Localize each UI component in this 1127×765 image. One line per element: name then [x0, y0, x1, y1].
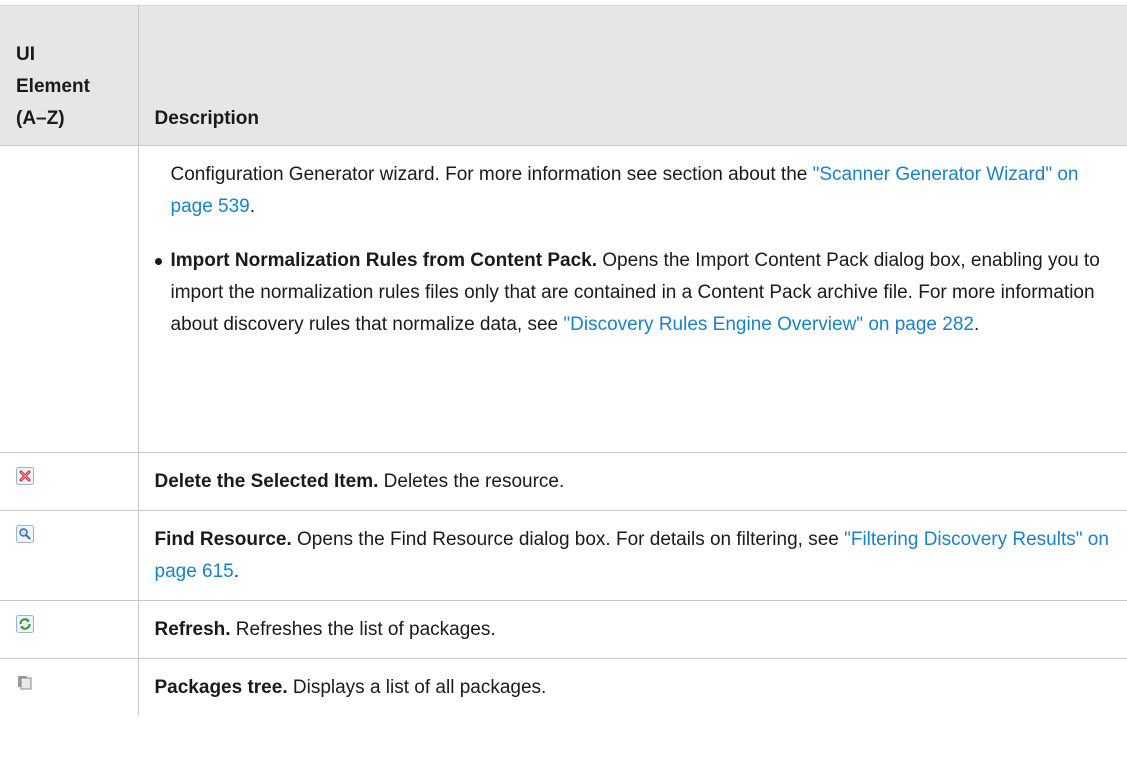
header-ui-line: UI — [16, 44, 35, 65]
column-header-ui-element: UI Element (A–Z) — [0, 5, 139, 146]
discovery-rules-engine-overview-link[interactable]: "Discovery Rules Engine Overview" on pag… — [563, 314, 974, 335]
table-row: Find Resource. Opens the Find Resource d… — [0, 510, 1127, 601]
refresh-title: Refresh. — [154, 619, 231, 640]
continuation-text: Configuration Generator wizard. For more… — [170, 164, 813, 185]
table-row: Packages tree. Displays a list of all pa… — [0, 658, 1127, 716]
ui-elements-table: UI Element (A–Z) Description Configurati… — [0, 5, 1127, 716]
import-normalization-rules-title: Import Normalization Rules from Content … — [170, 250, 598, 271]
continuation-period: . — [249, 196, 256, 217]
description-cell: Find Resource. Opens the Find Resource d… — [138, 510, 1127, 601]
ui-element-cell — [0, 510, 139, 601]
find-resource-text: Opens the Find Resource dialog box. For … — [291, 529, 845, 550]
delete-selected-item-title: Delete the Selected Item. — [154, 471, 379, 492]
find-resource-title: Find Resource. — [154, 529, 292, 550]
table-header-row: UI Element (A–Z) Description — [0, 5, 1127, 146]
description-cell: Configuration Generator wizard. For more… — [138, 145, 1127, 453]
description-cell: Delete the Selected Item. Deletes the re… — [138, 452, 1127, 511]
table-row: Delete the Selected Item. Deletes the re… — [0, 452, 1127, 511]
packages-tree-text: Displays a list of all packages. — [287, 677, 547, 698]
bullet-period: . — [973, 314, 980, 335]
continuation-paragraph: Configuration Generator wizard. For more… — [171, 159, 1117, 223]
ui-element-cell — [0, 600, 139, 659]
description-cell: Refresh. Refreshes the list of packages. — [138, 600, 1127, 659]
table-row: Refresh. Refreshes the list of packages. — [0, 600, 1127, 659]
table-row: Configuration Generator wizard. For more… — [0, 145, 1127, 453]
refresh-text: Refreshes the list of packages. — [230, 619, 496, 640]
list-item: Import Normalization Rules from Content … — [154, 245, 1117, 341]
header-range-line: (A–Z) — [16, 108, 65, 129]
delete-selected-item-text: Deletes the resource. — [378, 471, 565, 492]
ui-element-cell — [0, 658, 139, 716]
header-description-label: Description — [154, 108, 260, 129]
find-resource-icon — [16, 525, 34, 543]
find-resource-period: . — [233, 561, 240, 582]
delete-icon — [16, 467, 34, 485]
packages-tree-icon — [18, 676, 32, 690]
refresh-icon — [16, 615, 34, 633]
bullet-icon — [154, 258, 162, 265]
ui-element-cell — [0, 452, 139, 511]
header-element-line: Element — [16, 76, 90, 97]
column-header-description: Description — [138, 5, 1127, 146]
packages-tree-title: Packages tree. — [154, 677, 288, 698]
ui-element-cell — [0, 145, 139, 453]
description-cell: Packages tree. Displays a list of all pa… — [138, 658, 1127, 716]
bullet-paragraph: Import Normalization Rules from Content … — [171, 245, 1117, 341]
